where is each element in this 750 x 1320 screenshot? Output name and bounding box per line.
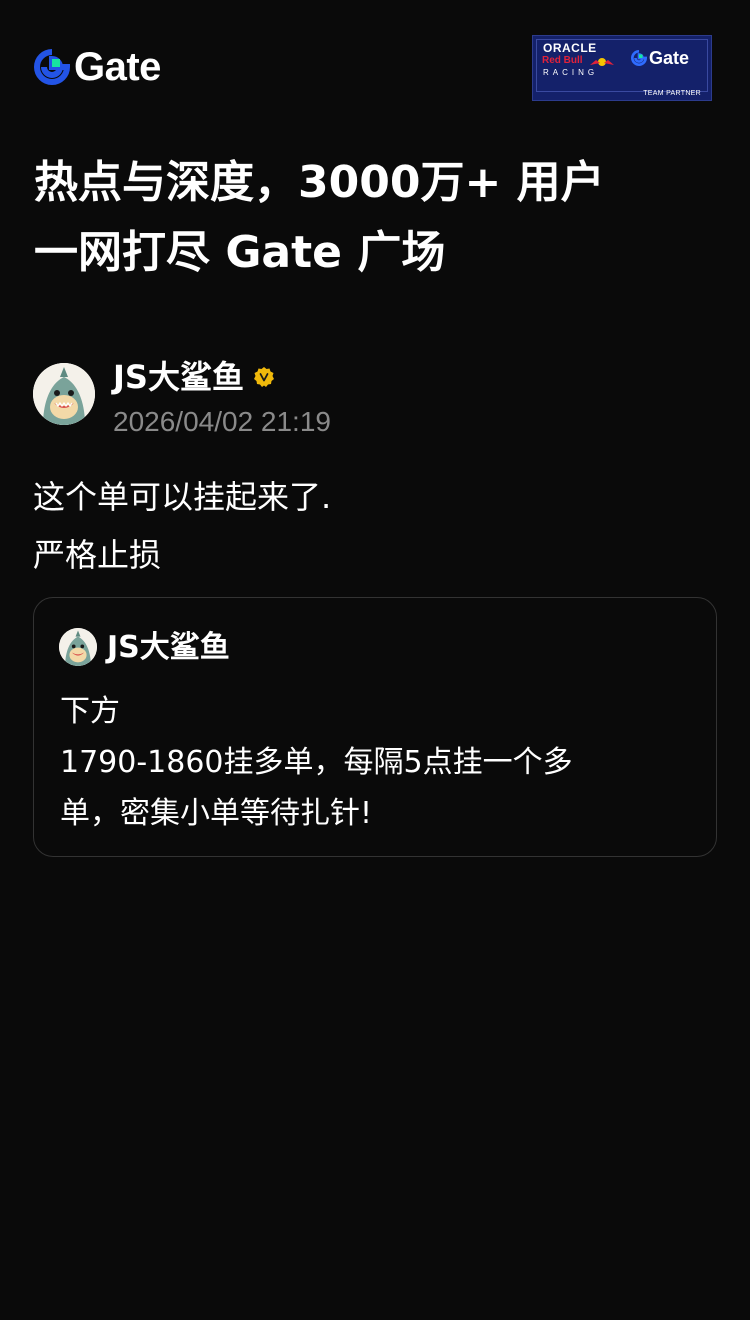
post-timestamp: 2026/04/02 21:19 bbox=[113, 406, 331, 437]
oracle-wordmark: ORACLE bbox=[543, 41, 597, 55]
gate-logo-icon bbox=[631, 50, 647, 66]
quoted-body-line: 1790-1860挂多单，每隔5点挂一个多 bbox=[60, 745, 573, 780]
team-partner-label: TEAM PARTNER bbox=[643, 90, 701, 97]
avatar[interactable] bbox=[33, 363, 95, 425]
header: Gate ORACLE Red Bull RACING Gate TEAM PA… bbox=[0, 0, 750, 130]
headline-line-2: 一网打尽 Gate 广场 bbox=[34, 227, 446, 278]
quoted-post-card[interactable]: JS大鲨鱼 下方 1790-1860挂多单，每隔5点挂一个多 单，密集小单等待扎… bbox=[33, 597, 717, 857]
gate-logo[interactable]: Gate bbox=[34, 47, 161, 87]
headline-line-1: 热点与深度，3000万+ 用户 bbox=[34, 157, 605, 208]
partner-gate-text: Gate bbox=[649, 48, 690, 68]
quoted-author-name: JS大鲨鱼 bbox=[107, 630, 230, 665]
redbull-wordmark: Red Bull bbox=[542, 55, 583, 66]
post-author: JS大鲨鱼 2026/04/02 21:19 bbox=[33, 361, 713, 442]
author-name-row: JS大鲨鱼 bbox=[113, 361, 275, 393]
logo-text: Gate bbox=[74, 45, 161, 89]
partner-gate-logo: Gate bbox=[631, 49, 689, 67]
post-body-line: 这个单可以挂起来了. bbox=[33, 478, 332, 516]
quoted-avatar bbox=[59, 628, 97, 666]
post-body: 这个单可以挂起来了. 严格止损 bbox=[33, 468, 723, 584]
quoted-post-body: 下方 1790-1860挂多单，每隔5点挂一个多 单，密集小单等待扎针! bbox=[60, 686, 690, 839]
racing-wordmark: RACING bbox=[543, 68, 599, 77]
quoted-body-line: 下方 bbox=[60, 694, 120, 729]
red-bull-icon bbox=[590, 58, 614, 66]
shark-avatar-icon bbox=[33, 363, 95, 425]
shark-avatar-icon bbox=[59, 628, 97, 666]
author-name[interactable]: JS大鲨鱼 bbox=[113, 361, 244, 393]
verified-badge-icon bbox=[253, 367, 274, 387]
gate-logo-icon bbox=[34, 49, 70, 85]
quoted-body-line: 单，密集小单等待扎针! bbox=[60, 796, 373, 831]
team-partner-badge: ORACLE Red Bull RACING Gate TEAM PARTNER bbox=[532, 35, 712, 101]
page-headline: 热点与深度，3000万+ 用户 一网打尽 Gate 广场 bbox=[34, 148, 724, 288]
post-body-line: 严格止损 bbox=[33, 536, 162, 574]
